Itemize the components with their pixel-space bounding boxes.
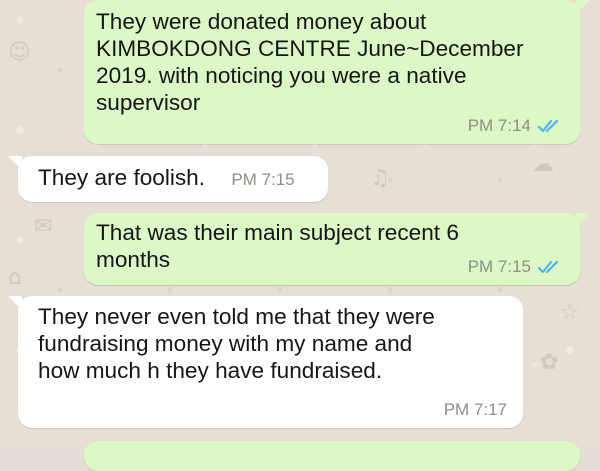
message-incoming-2[interactable]: They never even told me that they were f… [8, 296, 523, 428]
message-text: They never even told me that they were f… [38, 304, 435, 383]
message-meta: PM 7:14 [468, 116, 564, 136]
decorative-doodle-icon: ☁ [532, 152, 554, 177]
double-check-icon [537, 119, 559, 133]
decorative-doodle-icon: ☆ [560, 300, 580, 325]
message-incoming-1[interactable]: They are foolish. PM 7:15 [8, 156, 328, 202]
decorative-doodle-icon: ✉ [34, 214, 53, 239]
decorative-doodle-icon: ⌂ [8, 265, 22, 290]
message-time: PM 7:17 [443, 400, 507, 419]
double-check-icon [537, 260, 559, 274]
message-meta: PM 7:17 [444, 400, 507, 420]
message-text: They were donated money about KIMBOKDONG… [96, 9, 524, 115]
decorative-doodle-icon: ☺ [8, 40, 31, 65]
message-meta: PM 7:15 [231, 170, 294, 190]
decorative-doodle-icon: ♫ [370, 166, 390, 191]
decorative-doodle-icon: ✿ [540, 350, 559, 375]
message-outgoing-1[interactable]: They were donated money about KIMBOKDONG… [84, 0, 590, 144]
message-time: PM 7:15 [467, 257, 531, 276]
message-time: PM 7:14 [467, 116, 531, 135]
message-meta: PM 7:15 [468, 257, 564, 277]
message-time: PM 7:15 [231, 170, 295, 189]
message-text: They are foolish. [38, 165, 206, 190]
message-outgoing-2[interactable]: That was their main subject recent 6 mon… [84, 213, 590, 285]
message-outgoing-partial[interactable] [84, 441, 580, 471]
